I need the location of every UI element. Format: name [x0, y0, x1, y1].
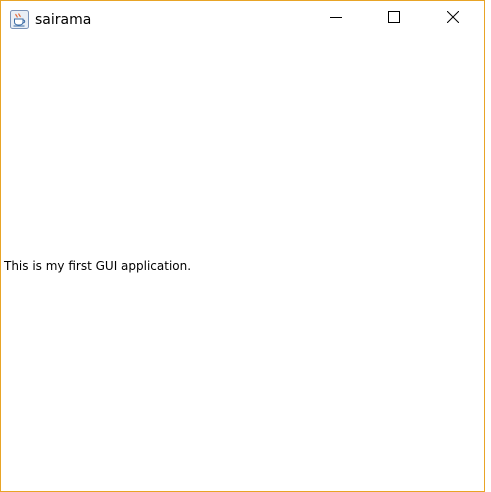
application-window: sairama This is my first GUI application…: [0, 0, 485, 492]
minimize-button[interactable]: [313, 1, 359, 37]
title-bar[interactable]: sairama: [1, 1, 484, 38]
window-title: sairama: [35, 12, 92, 28]
java-coffee-cup-icon[interactable]: [10, 10, 29, 29]
close-button[interactable]: [430, 1, 476, 37]
close-icon: [446, 10, 460, 28]
maximize-button[interactable]: [371, 1, 417, 37]
minimize-icon: [330, 10, 342, 28]
maximize-icon: [388, 10, 400, 28]
content-pane: This is my first GUI application.: [1, 38, 484, 491]
message-label: This is my first GUI application.: [4, 259, 192, 273]
